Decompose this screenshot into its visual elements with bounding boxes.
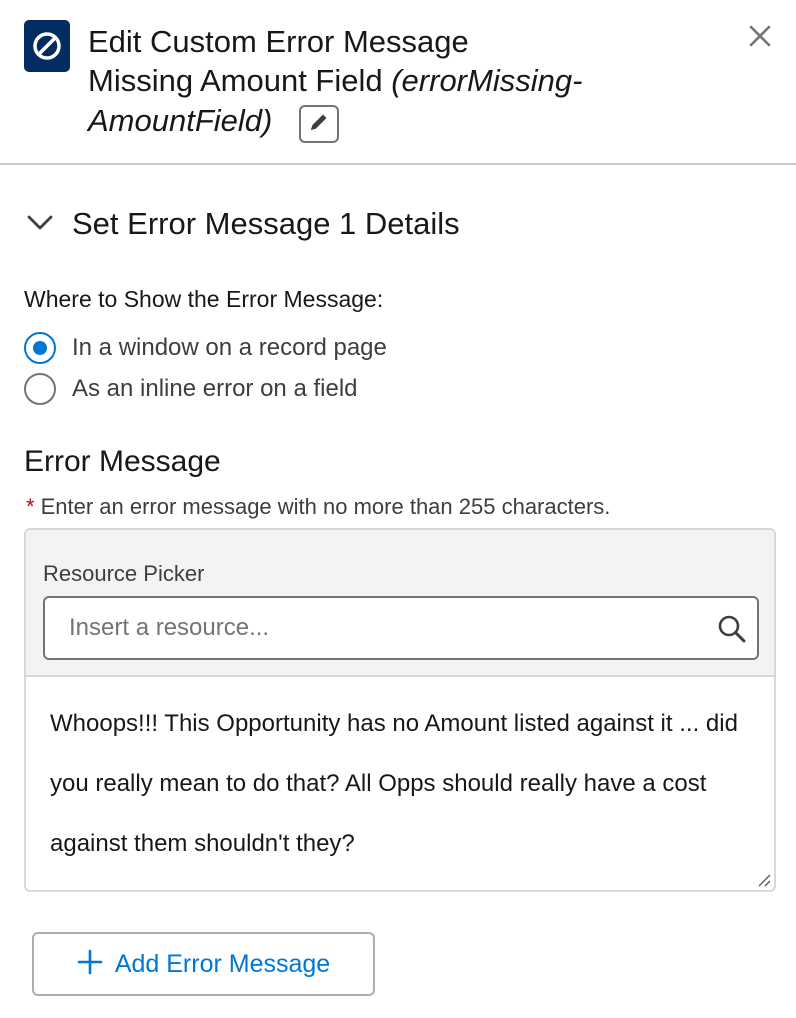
radio-option-inline-field[interactable]: As an inline error on a field (24, 371, 358, 407)
display-location-label: Where to Show the Error Message: (24, 286, 384, 312)
block-icon (24, 20, 70, 72)
resource-picker-area: Resource Picker (26, 530, 774, 677)
error-message-instruction: * Enter an error message with no more tha… (26, 492, 610, 522)
section-toggle[interactable] (24, 208, 56, 240)
add-error-message-button[interactable]: Add Error Message (32, 932, 375, 996)
pencil-icon (308, 111, 330, 138)
panel-header: Edit Custom Error Message Missing Amount… (0, 0, 796, 165)
instruction-text: Enter an error message with no more than… (40, 494, 611, 519)
resize-handle-icon[interactable] (756, 872, 772, 888)
error-message-editor: Resource Picker Whoops!!! This Opportuni… (24, 528, 776, 892)
error-message-textarea[interactable]: Whoops!!! This Opportunity has no Amount… (50, 694, 762, 874)
radio-label[interactable]: In a window on a record page (72, 334, 387, 362)
required-marker: * (26, 494, 35, 519)
search-icon (715, 612, 749, 646)
element-api-name-continued: AmountField) (88, 103, 273, 138)
resource-picker-field[interactable] (43, 596, 759, 660)
add-error-message-label: Add Error Message (114, 949, 331, 978)
radio-option-record-window[interactable]: In a window on a record page (24, 330, 387, 366)
close-icon (749, 25, 771, 52)
element-label: Missing Amount Field (88, 63, 392, 98)
element-name: Missing Amount Field (errorMissing- (88, 61, 582, 101)
edit-button[interactable] (299, 105, 339, 143)
section-title[interactable]: Set Error Message 1 Details (72, 204, 460, 244)
error-message-heading: Error Message (24, 445, 221, 478)
page-title: Edit Custom Error Message (88, 24, 469, 59)
resource-picker-label: Resource Picker (43, 561, 205, 586)
radio-button-inline-field[interactable] (24, 373, 56, 405)
close-button[interactable] (744, 22, 776, 54)
element-api-name: (errorMissing- (391, 63, 583, 98)
radio-button-record-window[interactable] (24, 332, 56, 364)
resource-picker-input[interactable] (45, 598, 705, 658)
chevron-down-icon (26, 212, 54, 237)
plus-icon (77, 947, 103, 981)
radio-label[interactable]: As an inline error on a field (72, 375, 358, 403)
